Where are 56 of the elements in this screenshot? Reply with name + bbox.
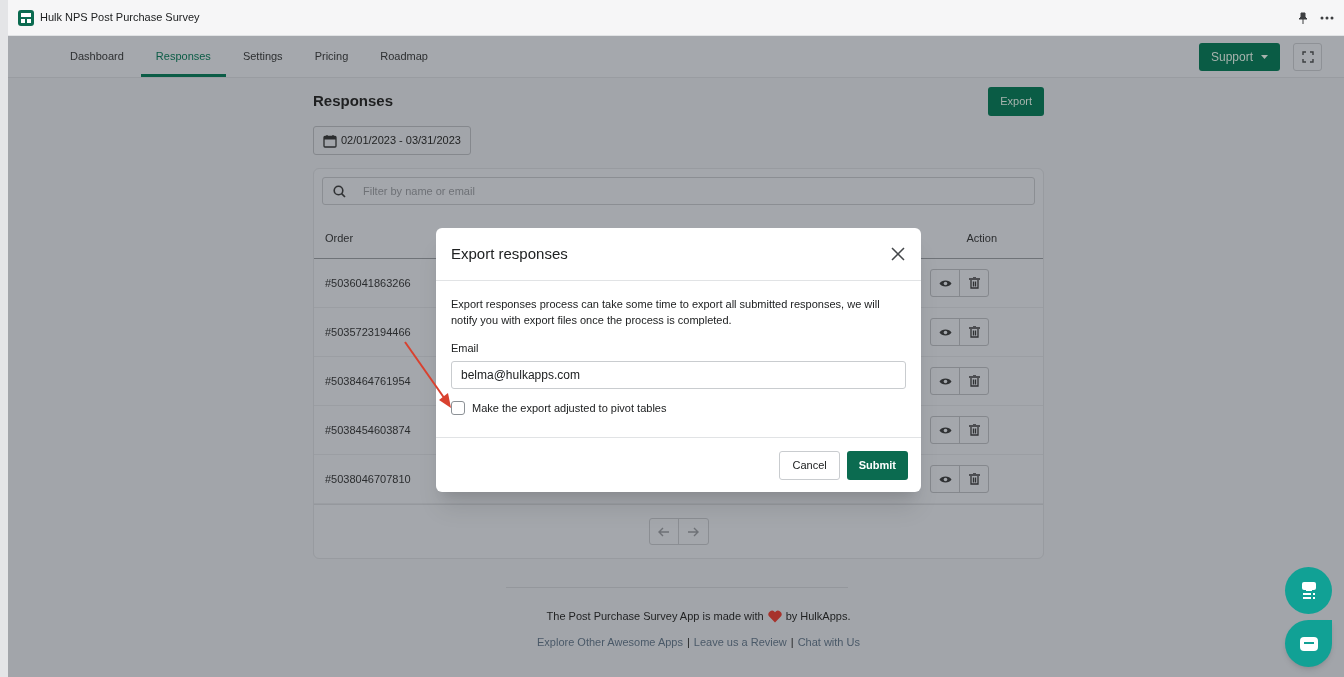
footer-link[interactable]: Explore Other Awesome Apps xyxy=(537,633,683,650)
email-label: Email xyxy=(451,341,480,356)
trash-icon xyxy=(968,326,980,338)
column-header: Order xyxy=(325,231,354,247)
link-separator: | xyxy=(686,634,690,650)
pin-icon[interactable] xyxy=(1298,11,1308,24)
trash-icon xyxy=(968,375,980,387)
eye-icon xyxy=(938,327,952,337)
export-button[interactable]: Export xyxy=(988,86,1044,116)
form-icon xyxy=(1300,581,1317,600)
submit-button[interactable]: Submit xyxy=(846,450,908,480)
email-field[interactable]: belma@hulkapps.com xyxy=(451,360,906,389)
trash-icon xyxy=(968,473,980,485)
left-arrow-icon xyxy=(657,526,670,537)
window-title: Hulk NPS Post Purchase Survey xyxy=(40,10,200,26)
page-title: Responses xyxy=(313,90,394,111)
eye-icon xyxy=(938,278,952,288)
right-arrow-icon xyxy=(687,526,699,537)
checkbox[interactable] xyxy=(451,400,465,415)
nav-tab[interactable]: Roadmap xyxy=(365,36,443,77)
nav-tab[interactable]: Responses xyxy=(140,36,226,77)
eye-icon xyxy=(938,376,952,386)
eye-icon xyxy=(938,474,952,484)
dialog-message: Export responses process can take some time to export all submitted responses, we will notify you with export files once the process is completed. xyxy=(451,297,881,328)
heart-icon xyxy=(767,609,782,623)
chat-icon xyxy=(1299,636,1318,651)
link-separator: | xyxy=(790,634,794,650)
caret-icon xyxy=(1261,54,1268,59)
nav-tab[interactable]: Settings xyxy=(227,36,298,77)
fullscreen-button[interactable] xyxy=(1293,42,1322,71)
footer-link[interactable]: Chat with Us xyxy=(797,633,860,650)
more-icon[interactable] xyxy=(1320,15,1334,20)
nav-tab[interactable]: Pricing xyxy=(299,36,364,77)
table-cell-text: #5038454603874 xyxy=(325,422,411,438)
checkbox-label: Make the export adjusted to pivot tables xyxy=(472,400,667,416)
app-logo-icon xyxy=(18,9,34,26)
column-header: Action xyxy=(966,231,997,247)
search-icon xyxy=(333,185,346,198)
calendar-icon xyxy=(323,133,337,148)
credit-text: by HulkApps. xyxy=(785,609,851,624)
trash-icon xyxy=(968,424,980,436)
table-cell-text: #5036041863266 xyxy=(325,275,411,291)
nav-tab[interactable]: Dashboard xyxy=(55,36,139,77)
fullscreen-icon xyxy=(1301,50,1314,63)
support-button[interactable]: Support xyxy=(1198,42,1280,71)
table-cell-text: #5038046707810 xyxy=(325,471,411,487)
footer-link[interactable]: Leave us a Review xyxy=(693,633,787,650)
credit-text: The Post Purchase Survey App is made with xyxy=(546,609,764,624)
table-cell-text: #5035723194466 xyxy=(325,324,411,340)
cancel-button[interactable]: Cancel xyxy=(779,450,840,480)
date-range-button[interactable]: 02/01/2023 - 03/31/2023 xyxy=(313,126,471,155)
close-button[interactable] xyxy=(890,246,906,262)
dialog-title: Export responses xyxy=(451,243,568,264)
trash-icon xyxy=(968,277,980,289)
table-cell-text: #5038464761954 xyxy=(325,373,411,389)
eye-icon xyxy=(938,425,952,435)
